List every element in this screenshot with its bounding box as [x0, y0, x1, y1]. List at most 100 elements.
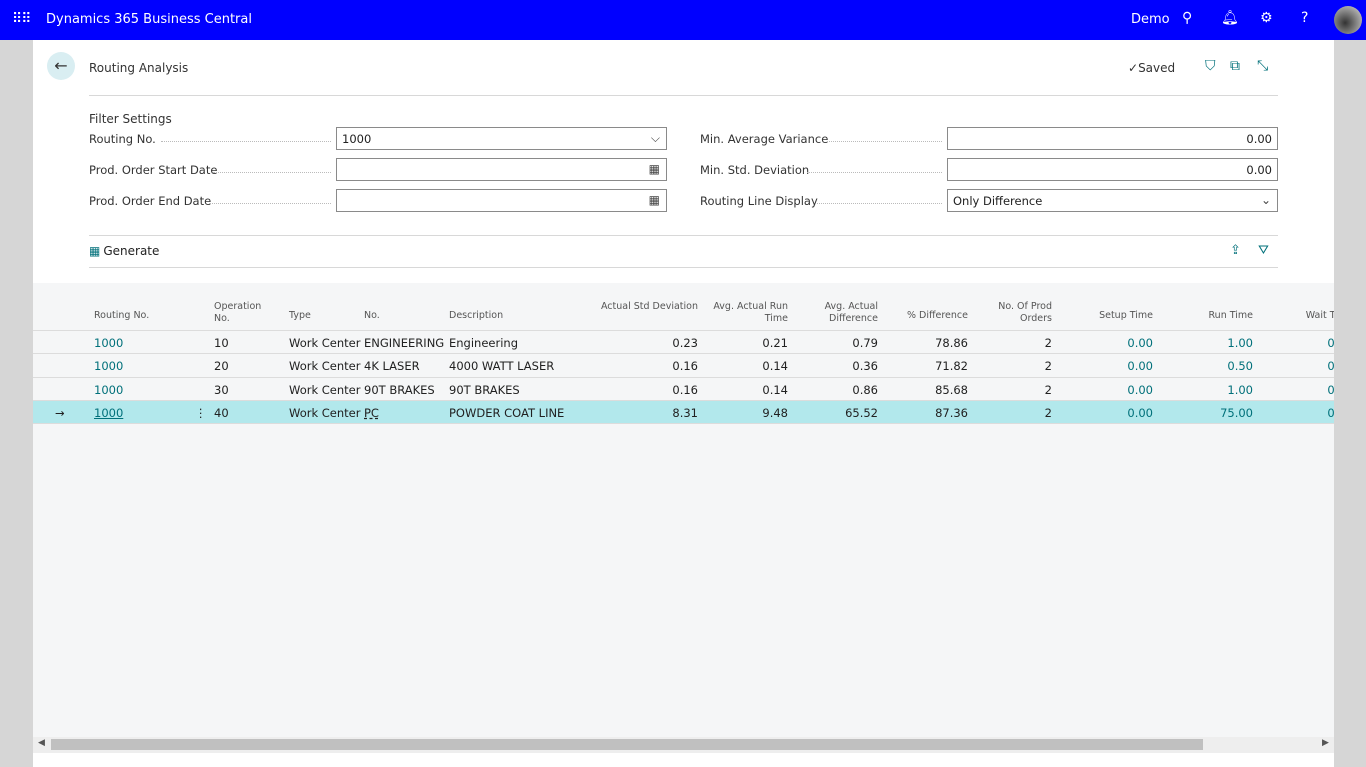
calendar-icon[interactable]: ▦: [649, 193, 660, 207]
cell-no[interactable]: PC: [364, 406, 449, 420]
cell-wait-time[interactable]: 0.00: [1253, 336, 1334, 350]
calendar-icon[interactable]: ▦: [649, 162, 660, 176]
cell-routing-no[interactable]: 1000: [94, 406, 194, 420]
start-date-label: Prod. Order Start Date: [89, 163, 218, 177]
cell-avg-actual-run-time: 9.48: [762, 405, 788, 420]
end-date-label: Prod. Order End Date: [89, 194, 212, 208]
column-header-wait-time[interactable]: Wait Time: [1253, 310, 1334, 322]
horizontal-scrollbar[interactable]: ◀ ▶: [33, 737, 1334, 753]
cell-no[interactable]: ENGINEERING: [364, 336, 449, 350]
end-date-input[interactable]: ▦: [336, 189, 667, 212]
table-row[interactable]: 1000 20 Work Center 4K LASER 4000 WATT LASER…: [33, 353, 1334, 376]
scroll-left-icon[interactable]: ◀: [38, 738, 45, 748]
cell-run-time[interactable]: 75.00: [1153, 406, 1253, 420]
min-avg-variance-label: Min. Average Variance: [700, 132, 829, 146]
row-menu-icon[interactable]: ⋮: [195, 406, 207, 420]
app-title[interactable]: Dynamics 365 Business Central: [46, 12, 252, 27]
table-row[interactable]: 1000 10 Work Center ENGINEERING Engineering 0…: [33, 330, 1334, 353]
cell-avg-actual-difference: 0.79: [852, 336, 878, 350]
column-header-type[interactable]: Type: [289, 310, 364, 322]
cell-type: Work Center: [289, 405, 361, 420]
collapse-icon[interactable]: ⤡: [1257, 58, 1268, 74]
column-header-run-time[interactable]: Run Time: [1153, 310, 1254, 322]
saved-label: Saved: [1138, 61, 1176, 75]
routing-line-display-select[interactable]: Only Difference ⌄: [947, 189, 1278, 212]
table-row[interactable]: → ⋮ 1000 40 Work Center PC POWDER COAT LINE 8.3…: [33, 399, 1334, 423]
cell-wait-time[interactable]: 0.00: [1253, 406, 1334, 420]
column-header-routing-no[interactable]: Routing No.: [94, 310, 194, 322]
cell-type: Work Center: [289, 359, 361, 374]
cell-setup-time[interactable]: 0.00: [1053, 406, 1153, 420]
cell-no-of-prod-orders: 2: [1044, 359, 1052, 374]
help-icon[interactable]: ?: [1301, 10, 1308, 26]
chevron-down-icon: ⌵: [650, 131, 660, 145]
column-header-avg-actual-run-time[interactable]: Avg. Actual Run Time: [698, 301, 788, 325]
column-header-operation-no[interactable]: Operation No.: [214, 301, 274, 325]
cell-avg-actual-difference: 65.52: [845, 405, 878, 420]
column-header-no[interactable]: No.: [364, 310, 449, 322]
column-header-pct-difference[interactable]: % Difference: [878, 310, 968, 322]
generate-label: Generate: [103, 244, 160, 258]
column-header-setup-time[interactable]: Setup Time: [1053, 310, 1153, 322]
share-icon[interactable]: ⇪: [1230, 243, 1241, 258]
company-name[interactable]: Demo: [1131, 12, 1170, 27]
cell-setup-time[interactable]: 0.00: [1053, 336, 1153, 350]
gear-icon[interactable]: ⚙: [1260, 10, 1273, 26]
cell-no-of-prod-orders: 2: [1044, 336, 1052, 350]
current-row-arrow-icon: →: [55, 405, 65, 420]
cell-actual-std-deviation: 0.16: [672, 382, 698, 397]
search-icon[interactable]: ⚲: [1182, 10, 1192, 26]
cell-no[interactable]: 90T BRAKES: [364, 383, 449, 397]
cell-wait-time[interactable]: 0.00: [1253, 383, 1334, 397]
chevron-down-icon: ⌄: [1260, 193, 1271, 207]
cell-routing-no[interactable]: 1000: [94, 383, 194, 397]
table-row[interactable]: 1000 30 Work Center 90T BRAKES 90T BRAKES 0.1…: [33, 376, 1334, 400]
filter-icon[interactable]: ⛛: [1258, 243, 1269, 258]
cell-no[interactable]: 4K LASER: [364, 359, 449, 373]
back-button[interactable]: ←: [47, 52, 75, 80]
cell-avg-actual-difference: 0.36: [852, 359, 878, 374]
cell-type: Work Center: [289, 336, 361, 350]
column-header-avg-actual-difference[interactable]: Avg. Actual Difference: [788, 301, 878, 325]
start-date-input[interactable]: ▦: [336, 158, 667, 181]
cell-setup-time[interactable]: 0.00: [1053, 383, 1153, 397]
bookmark-icon[interactable]: ⛉: [1205, 58, 1216, 74]
generate-button[interactable]: ▦ Generate: [89, 244, 159, 258]
cell-operation-no: 10: [214, 336, 229, 350]
min-std-dev-label: Min. Std. Deviation: [700, 163, 810, 177]
app-launcher-icon[interactable]: ⠿⠿: [12, 11, 31, 27]
cell-run-time[interactable]: 1.00: [1153, 383, 1253, 397]
cell-actual-std-deviation: 0.16: [672, 359, 698, 374]
cell-no-of-prod-orders: 2: [1044, 405, 1052, 420]
avatar[interactable]: [1334, 6, 1362, 34]
cell-avg-actual-run-time: 0.21: [762, 336, 788, 350]
cell-wait-time[interactable]: 0.00: [1253, 359, 1334, 373]
page-panel: ← Routing Analysis ✓Saved ⛉ ⧉ ⤡ Filter S…: [33, 40, 1334, 767]
cell-routing-no[interactable]: 1000: [94, 336, 194, 350]
min-avg-variance-input[interactable]: 0.00: [947, 127, 1278, 150]
divider: [89, 267, 1278, 268]
saved-status: ✓Saved: [1128, 61, 1176, 75]
routing-no-label: Routing No.: [89, 132, 156, 146]
cell-run-time[interactable]: 0.50: [1153, 359, 1253, 373]
open-new-window-icon[interactable]: ⧉: [1230, 58, 1240, 74]
cell-setup-time[interactable]: 0.00: [1053, 359, 1153, 373]
cell-avg-actual-difference: 0.86: [852, 382, 878, 397]
column-header-actual-std-deviation[interactable]: Actual Std Deviation: [598, 301, 698, 313]
cell-pct-difference: 85.68: [935, 382, 968, 397]
cell-pct-difference: 87.36: [935, 405, 968, 420]
cell-routing-no[interactable]: 1000: [94, 359, 194, 373]
min-std-dev-input[interactable]: 0.00: [947, 158, 1278, 181]
divider: [89, 95, 1278, 96]
cell-run-time[interactable]: 1.00: [1153, 336, 1253, 350]
divider: [33, 423, 1334, 424]
routing-no-value: 1000: [342, 132, 372, 146]
scrollbar-thumb[interactable]: [51, 739, 1203, 750]
cell-operation-no: 20: [214, 359, 229, 374]
bell-icon[interactable]: 🔔︎: [1221, 10, 1239, 26]
cell-no-of-prod-orders: 2: [1044, 382, 1052, 397]
routing-line-display-label: Routing Line Display: [700, 194, 818, 208]
routing-no-select[interactable]: 1000 ⌵: [336, 127, 667, 150]
column-header-no-of-prod-orders[interactable]: No. Of Prod Orders: [968, 301, 1052, 325]
scroll-right-icon[interactable]: ▶: [1322, 738, 1329, 748]
